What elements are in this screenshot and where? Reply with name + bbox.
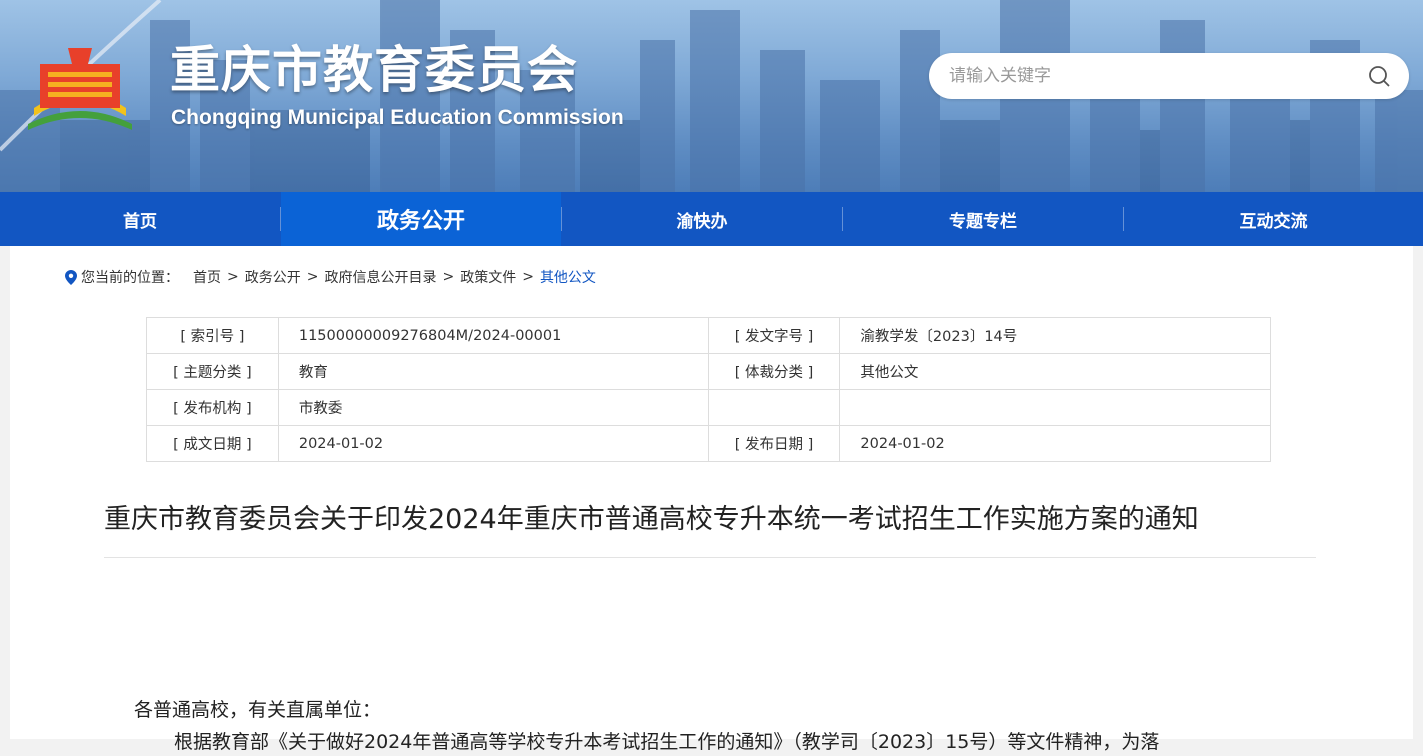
- content-panel: 您当前的位置： 首页 > 政务公开 > 政府信息公开目录 > 政策文件 > 其他…: [10, 246, 1413, 753]
- breadcrumb-separator: >: [522, 269, 534, 285]
- nav-item-interaction[interactable]: 互动交流: [1124, 192, 1423, 246]
- cq-education-logo-icon: [28, 48, 132, 130]
- table-row: [ 发布机构 ] 市教委: [146, 389, 1271, 426]
- title-divider: [104, 557, 1316, 558]
- meta-key-written-date: [ 成文日期 ]: [146, 425, 279, 462]
- search-box: [929, 53, 1409, 99]
- document-body-first-line: 根据教育部《关于做好2024年普通高等学校专升本考试招生工作的通知》（教学司〔2…: [174, 731, 1160, 753]
- site-title-english: Chongqing Municipal Education Commission: [171, 106, 624, 129]
- meta-value-written-date: 2024-01-02: [277, 425, 709, 462]
- meta-value-document-number: 渝教学发〔2023〕14号: [839, 317, 1271, 354]
- location-pin-icon: [65, 269, 77, 285]
- document-salutation: 各普通高校，有关直属单位：: [134, 699, 382, 721]
- breadcrumb-current[interactable]: 其他公文: [540, 267, 596, 287]
- nav-item-home[interactable]: 首页: [0, 192, 280, 246]
- meta-value-empty: [839, 389, 1271, 426]
- meta-key-subject: [ 主题分类 ]: [146, 353, 279, 390]
- meta-key-issuer: [ 发布机构 ]: [146, 389, 279, 426]
- nav-item-yukuaiban[interactable]: 渝快办: [562, 192, 842, 246]
- table-row: [ 主题分类 ] 教育 [ 体裁分类 ] 其他公文: [146, 353, 1271, 390]
- table-row: [ 索引号 ] 11500000009276804M/2024-00001 [ …: [146, 317, 1271, 354]
- search-input[interactable]: [947, 53, 1347, 99]
- meta-key-empty: [707, 389, 841, 426]
- meta-value-issuer: 市教委: [277, 389, 709, 426]
- meta-value-genre: 其他公文: [839, 353, 1271, 390]
- breadcrumb-link-home[interactable]: 首页: [193, 267, 221, 287]
- breadcrumb-label: 您当前的位置：: [81, 270, 179, 286]
- document-title: 重庆市教育委员会关于印发2024年重庆市普通高校专升本统一考试招生工作实施方案的…: [104, 504, 1199, 535]
- meta-key-publish-date: [ 发布日期 ]: [707, 425, 841, 462]
- meta-value-subject: 教育: [277, 353, 709, 390]
- site-title: 重庆市教育委员会: [170, 41, 578, 99]
- meta-key-index-number: [ 索引号 ]: [146, 317, 279, 354]
- breadcrumb-separator: >: [227, 269, 239, 285]
- meta-value-index-number: 11500000009276804M/2024-00001: [277, 317, 709, 354]
- nav-item-special-topics[interactable]: 专题专栏: [843, 192, 1123, 246]
- main-nav: 首页 政务公开 渝快办 专题专栏 互动交流: [0, 192, 1423, 246]
- meta-key-genre: [ 体裁分类 ]: [707, 353, 841, 390]
- nav-item-government-affairs[interactable]: 政务公开: [281, 192, 561, 246]
- breadcrumb-link-government-affairs[interactable]: 政务公开: [245, 267, 301, 287]
- search-icon[interactable]: [1367, 64, 1391, 88]
- meta-key-document-number: [ 发文字号 ]: [707, 317, 841, 354]
- meta-value-publish-date: 2024-01-02: [839, 425, 1271, 462]
- breadcrumb-link-info-directory[interactable]: 政府信息公开目录: [324, 267, 436, 287]
- document-metadata-table: [ 索引号 ] 11500000009276804M/2024-00001 [ …: [146, 317, 1271, 462]
- table-row: [ 成文日期 ] 2024-01-02 [ 发布日期 ] 2024-01-02: [146, 425, 1271, 462]
- breadcrumb-separator: >: [442, 269, 455, 285]
- breadcrumb-link-policy-documents[interactable]: 政策文件: [460, 267, 516, 287]
- header-banner: 重庆市教育委员会 Chongqing Municipal Education C…: [0, 0, 1423, 192]
- breadcrumb-separator: >: [306, 269, 319, 285]
- breadcrumb: 您当前的位置： 首页 > 政务公开 > 政府信息公开目录 > 政策文件 > 其他…: [65, 266, 596, 288]
